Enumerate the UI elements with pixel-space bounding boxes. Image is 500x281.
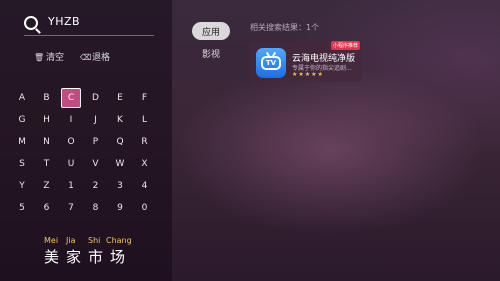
tv-icon-text: TV (261, 56, 281, 70)
key-4[interactable]: 4 (135, 176, 155, 196)
key-z[interactable]: Z (37, 176, 57, 196)
clear-label: 清空 (46, 53, 65, 63)
key-e[interactable]: E (110, 88, 130, 108)
key-x[interactable]: X (135, 154, 155, 174)
key-l[interactable]: L (135, 110, 155, 130)
key-5[interactable]: 5 (12, 198, 32, 218)
pinyin-2: Jia (66, 236, 76, 245)
key-r[interactable]: R (135, 132, 155, 152)
search-panel: YHZB 🗑 清空 ⌫退格 ABCDEF GHIJKL MNOPQR STUVWX YZ1… (0, 0, 172, 281)
trash-icon: 🗑 (34, 53, 45, 62)
key-n[interactable]: N (37, 132, 57, 152)
key-v[interactable]: V (86, 154, 106, 174)
key-h[interactable]: H (37, 110, 57, 130)
key-3[interactable]: 3 (110, 176, 130, 196)
recommend-badge: 小程序推荐 (330, 41, 360, 50)
hanzi-4: 场 (110, 248, 126, 266)
tab-videos[interactable]: 影视 (192, 44, 230, 62)
key-7[interactable]: 7 (61, 198, 81, 218)
tab-apps[interactable]: 应用 (192, 22, 230, 40)
key-1[interactable]: 1 (61, 176, 81, 196)
key-f[interactable]: F (135, 88, 155, 108)
key-p[interactable]: P (86, 132, 106, 152)
clear-button[interactable]: 🗑 清空 (34, 50, 64, 63)
result-app-card[interactable]: TV 云海电视纯净版 专属于你的指尖追剧... ★★★★★ 小程序推荐 (250, 41, 362, 82)
key-2[interactable]: 2 (86, 176, 106, 196)
key-c[interactable]: C (61, 88, 81, 108)
rating-stars: ★★★★★ (292, 71, 324, 78)
pinyin-4: Chang (106, 236, 132, 245)
tv-icon: TV (256, 48, 286, 78)
key-y[interactable]: Y (12, 176, 32, 196)
hanzi-3: 市 (88, 248, 104, 266)
results-title: 相关搜索结果：1个 (250, 23, 320, 32)
backspace-icon: ⌫ (80, 53, 92, 62)
search-query: YHZB (48, 15, 81, 28)
key-6[interactable]: 6 (37, 198, 57, 218)
hanzi-1: 美 (44, 248, 60, 266)
key-d[interactable]: D (86, 88, 106, 108)
key-w[interactable]: W (110, 154, 130, 174)
hanzi-2: 家 (66, 248, 82, 266)
key-b[interactable]: B (37, 88, 57, 108)
key-o[interactable]: O (61, 132, 81, 152)
key-m[interactable]: M (12, 132, 32, 152)
search-input[interactable]: YHZB (24, 12, 154, 36)
backspace-button[interactable]: ⌫退格 (80, 50, 110, 63)
key-k[interactable]: K (110, 110, 130, 130)
key-0[interactable]: 0 (135, 198, 155, 218)
key-u[interactable]: U (61, 154, 81, 174)
key-q[interactable]: Q (110, 132, 130, 152)
pinyin-1: Mei (44, 236, 59, 245)
key-8[interactable]: 8 (86, 198, 106, 218)
key-a[interactable]: A (12, 88, 32, 108)
key-t[interactable]: T (37, 154, 57, 174)
key-i[interactable]: I (61, 110, 81, 130)
search-icon (24, 16, 38, 30)
pinyin-3: Shi (88, 236, 101, 245)
key-g[interactable]: G (12, 110, 32, 130)
key-s[interactable]: S (12, 154, 32, 174)
key-9[interactable]: 9 (110, 198, 130, 218)
key-j[interactable]: J (86, 110, 106, 130)
backspace-label: 退格 (92, 53, 111, 63)
